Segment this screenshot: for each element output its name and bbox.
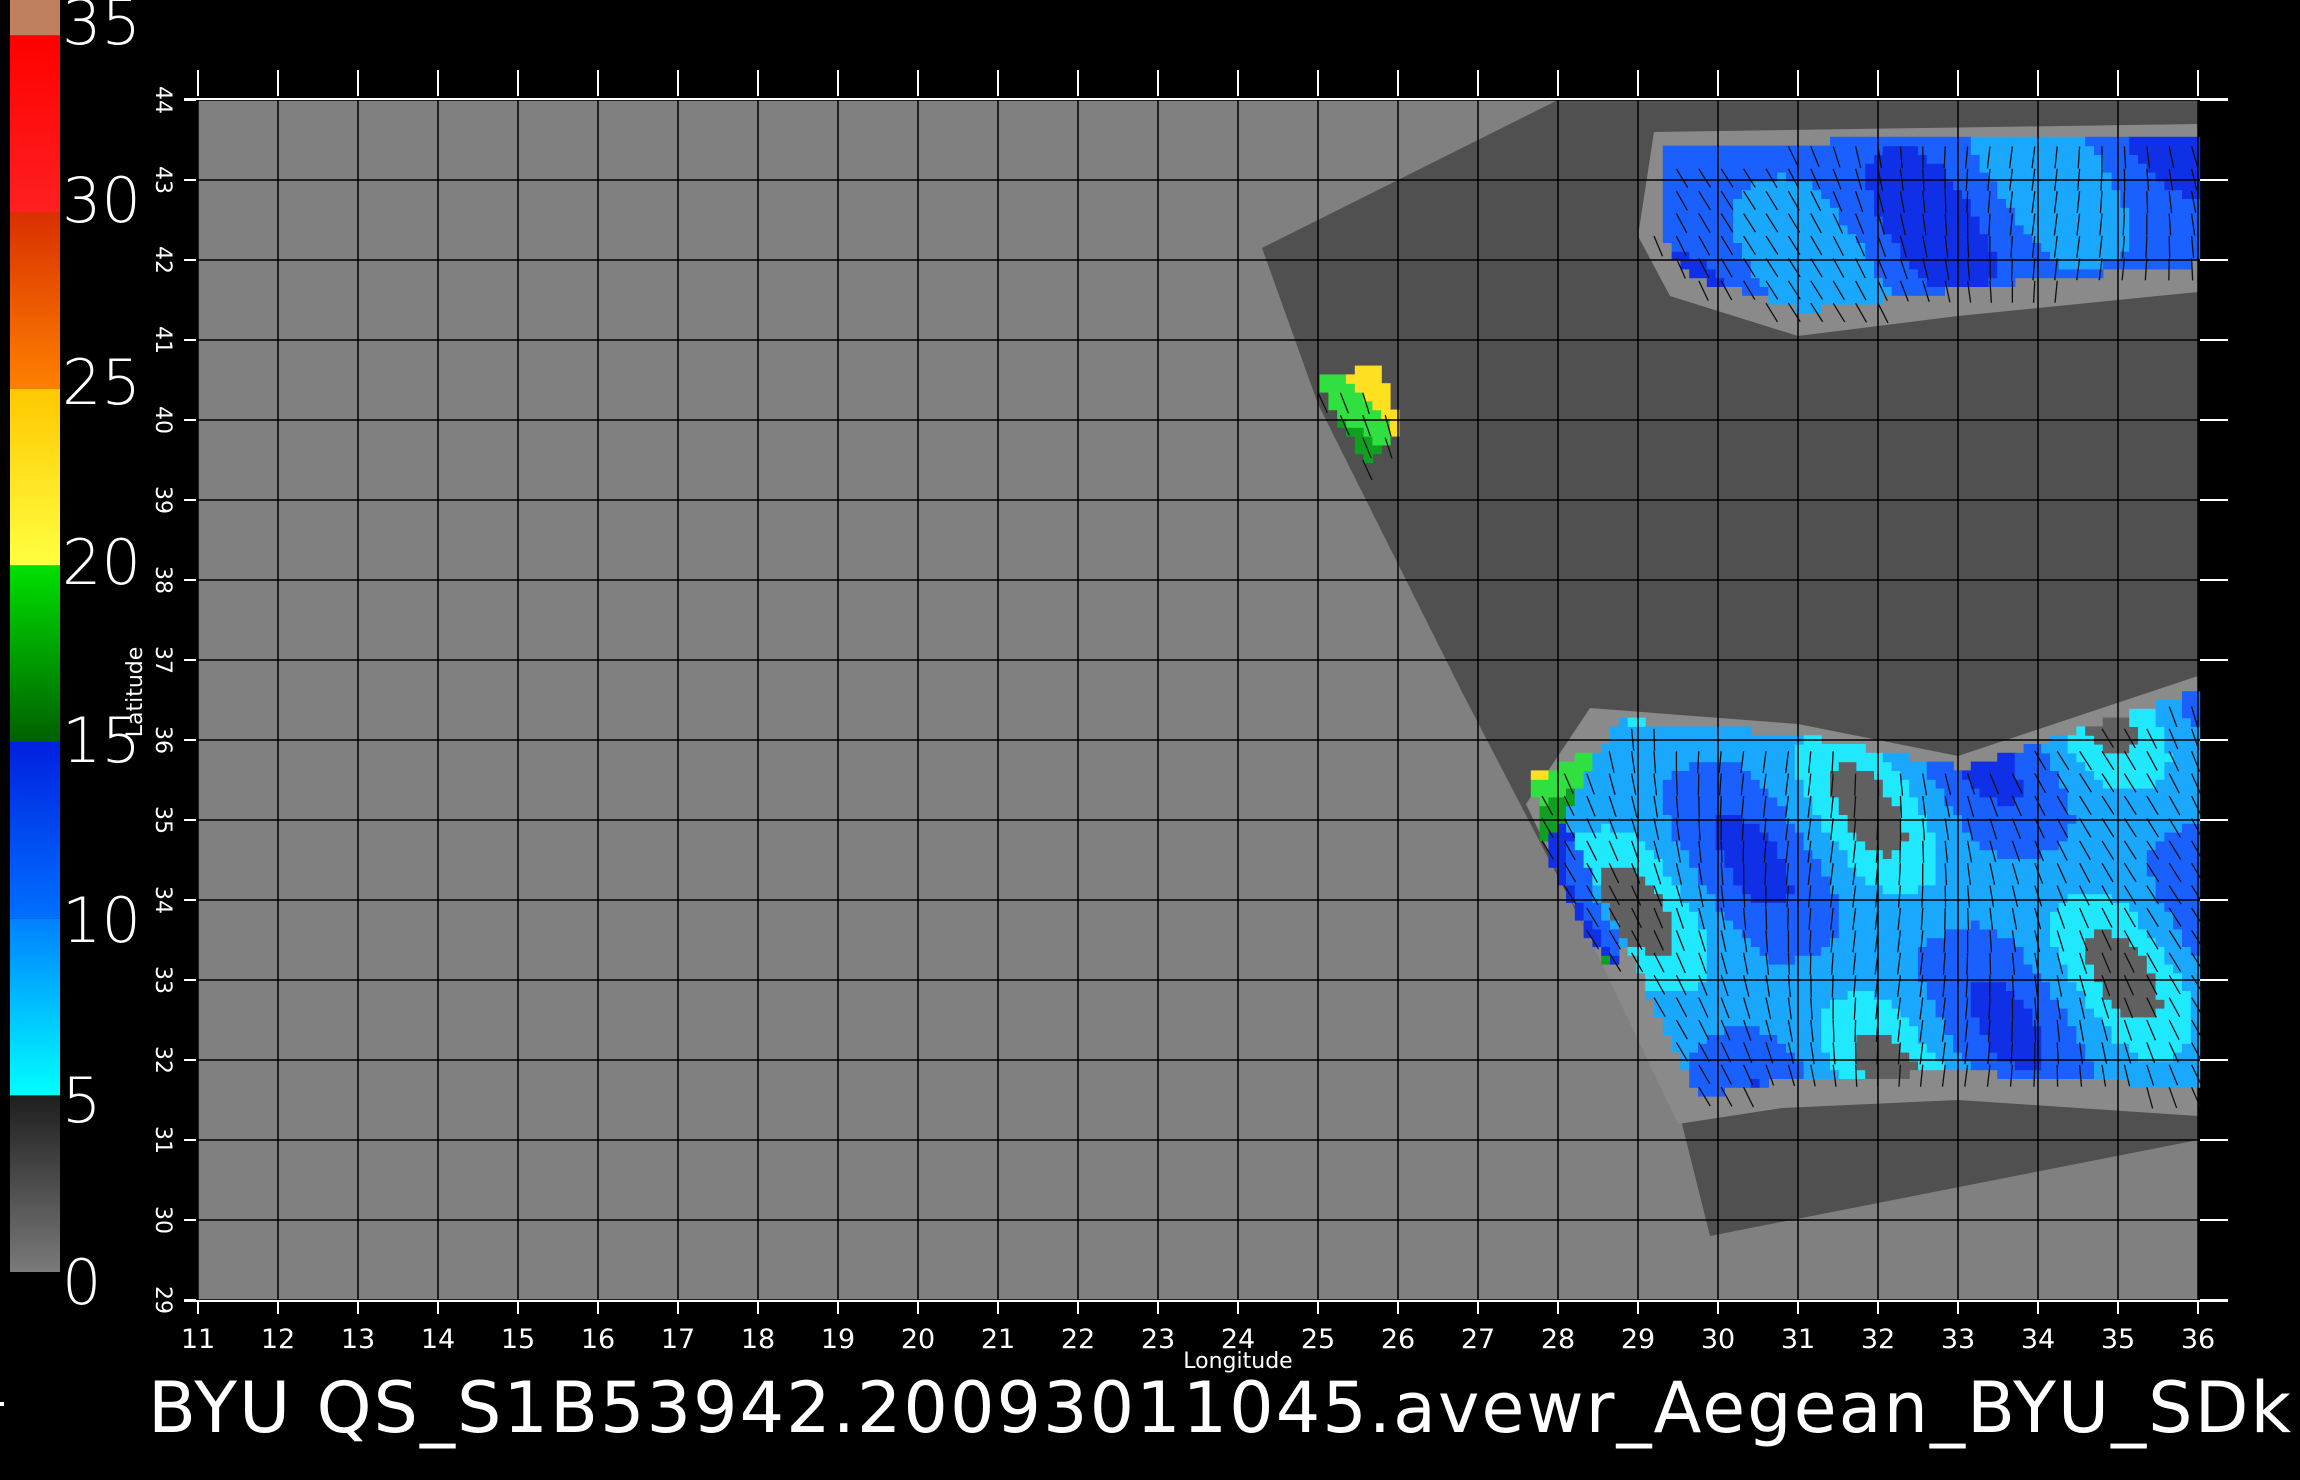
lon-tick-label: 27	[1461, 1324, 1495, 1355]
lon-tick-label: 28	[1541, 1324, 1575, 1355]
lon-tick-label: 30	[1701, 1324, 1735, 1355]
lon-tick-label: 22	[1061, 1324, 1095, 1355]
lat-tick-label: 35	[150, 806, 175, 834]
lon-tick-label: 20	[901, 1324, 935, 1355]
lat-tick-label: 32	[150, 1046, 175, 1074]
product-filename-title: BYU QS_S1B53942.20093011045.avewr_Aegean…	[148, 1367, 2294, 1449]
lon-tick-label: 12	[261, 1324, 295, 1355]
lon-tick-label: 11	[181, 1324, 215, 1355]
lat-tick-label: 42	[150, 246, 175, 274]
lon-tick-label: 32	[1861, 1324, 1895, 1355]
lon-tick-label: 35	[2101, 1324, 2135, 1355]
lon-tick-label: 36	[2181, 1324, 2215, 1355]
lat-tick-label: 34	[150, 886, 175, 914]
lat-tick-label: 38	[150, 566, 175, 594]
lon-tick-label: 33	[1941, 1324, 1975, 1355]
lat-tick-label: 36	[150, 726, 175, 754]
lat-tick-label: 31	[150, 1126, 175, 1154]
lon-tick-label: 34	[2021, 1324, 2055, 1355]
lat-tick-label: 29	[150, 1286, 175, 1314]
lon-tick-label: 26	[1381, 1324, 1415, 1355]
edge-dot	[0, 1402, 4, 1406]
lon-tick-label: 31	[1781, 1324, 1815, 1355]
lon-tick-label: 29	[1621, 1324, 1655, 1355]
lon-tick-label: 16	[581, 1324, 615, 1355]
lon-tick-label: 21	[981, 1324, 1015, 1355]
lon-tick-label: 13	[341, 1324, 375, 1355]
lon-tick-label: 23	[1141, 1324, 1175, 1355]
lon-tick-label: 18	[741, 1324, 775, 1355]
lon-tick-label: 17	[661, 1324, 695, 1355]
map-plot: 11 12 13 14 15 16 17 18 19 20 21 22 23 24 25 26 27 28 29 30…	[123, 70, 2228, 1374]
lat-tick-label: 37	[150, 646, 175, 674]
lat-tick-label: 33	[150, 966, 175, 994]
lon-tick-label: 15	[501, 1324, 535, 1355]
lat-tick-label: 30	[150, 1206, 175, 1234]
y-axis-label: Latitude	[123, 647, 148, 738]
lat-tick-label: 43	[150, 166, 175, 194]
scatterometer-wind-map: 35 30 25 20 15 10 5 0 11 12 13 14 15 16 17 18 19…	[0, 0, 2300, 1480]
lat-tick-label: 39	[150, 486, 175, 514]
lon-tick-label: 19	[821, 1324, 855, 1355]
lat-tick-label: 40	[150, 406, 175, 434]
lat-tick-label: 41	[150, 326, 175, 354]
lon-tick-label: 14	[421, 1324, 455, 1355]
lat-tick-label: 44	[150, 86, 175, 114]
lon-tick-label: 25	[1301, 1324, 1335, 1355]
